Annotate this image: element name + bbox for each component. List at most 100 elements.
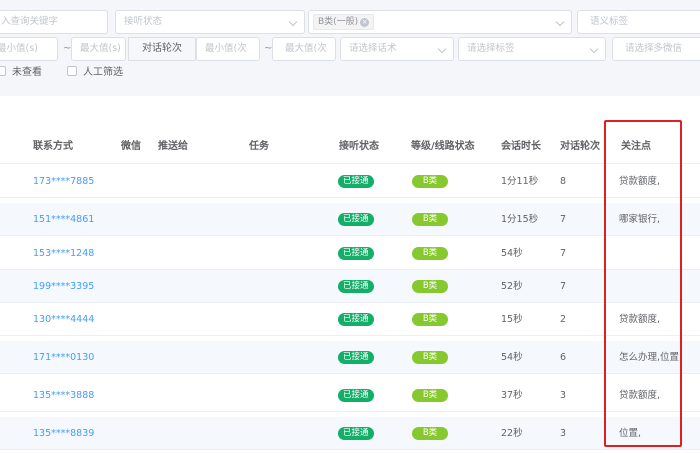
table-row: 199****3395 已接通 B类 52秒 7 — [0, 270, 700, 303]
listen-status-cell: 已接通 — [338, 379, 374, 412]
grade-select[interactable]: B类(一般) × — [308, 10, 572, 34]
table-row: 130****4444 已接通 B类 15秒 2 贷款额度, — [0, 303, 700, 336]
duration-cell: 1分11秒 — [501, 176, 539, 187]
table-row: 135****3888 已接通 B类 37秒 3 贷款额度, — [0, 379, 700, 412]
chevron-down-icon — [288, 17, 298, 27]
checkbox-box[interactable] — [67, 66, 77, 76]
voice-tag-placeholder: 语义标签 — [590, 16, 629, 27]
phone-link[interactable]: 151****4861 — [33, 203, 94, 236]
table-header: 联系方式 微信 推送给 任务 接听状态 等级/线路状态 会话时长 对话轮次 关注… — [0, 130, 700, 164]
phone-link[interactable]: 173****7885 — [33, 165, 94, 198]
tag-placeholder: 请选择标签 — [467, 43, 515, 54]
rounds-min-placeholder: 最小值(次 — [205, 43, 247, 54]
focus-cell: 位置, — [619, 428, 642, 439]
grade-badge: B类 — [412, 247, 448, 260]
grade-badge: B类 — [412, 389, 448, 402]
unviewed-label: 未查看 — [12, 67, 42, 78]
chevron-down-icon — [437, 44, 447, 54]
header-listen-status: 接听状态 — [339, 141, 379, 152]
rounds-min-input[interactable]: 最小值(次 — [196, 37, 260, 61]
duration-cell: 52秒 — [501, 281, 523, 292]
duration-cell: 22秒 — [501, 428, 523, 439]
duration-cell: 54秒 — [501, 248, 523, 259]
status-badge: 已接通 — [338, 427, 374, 440]
focus-cell: 贷款额度, — [619, 314, 661, 325]
table-row: 153****1248 已接通 B类 54秒 7 — [0, 237, 700, 270]
grade-cell: B类 — [412, 270, 448, 303]
voice-tag-select[interactable]: 语义标签 — [577, 10, 700, 34]
chevron-down-icon — [589, 44, 599, 54]
phone-link[interactable]: 171****0130 — [33, 341, 94, 374]
grade-cell: B类 — [412, 379, 448, 412]
phone-link[interactable]: 135****8839 — [33, 417, 94, 450]
phone-link[interactable]: 130****4444 — [33, 303, 94, 336]
header-task: 任务 — [249, 141, 269, 152]
rounds-cell: 3 — [560, 390, 567, 401]
duration-cell: 1分15秒 — [501, 214, 539, 225]
phone-link[interactable]: 153****1248 — [33, 237, 94, 270]
duration-max-placeholder: 最大值(s) — [80, 43, 121, 54]
header-focus: 关注点 — [621, 141, 651, 152]
duration-min-placeholder: 最小值(s) — [0, 43, 38, 54]
wechat-placeholder: 请选择多微信 — [625, 43, 683, 54]
rounds-cell: 3 — [560, 428, 567, 439]
rounds-cell: 7 — [560, 281, 567, 292]
phone-link[interactable]: 135****3888 — [33, 379, 94, 412]
duration-cell: 37秒 — [501, 390, 523, 401]
grade-badge: B类 — [412, 427, 448, 440]
listen-status-cell: 已接通 — [338, 417, 374, 450]
grade-badge: B类 — [412, 175, 448, 188]
rounds-cell: 7 — [560, 214, 567, 225]
grade-tag-label: B类(一般) — [318, 17, 359, 27]
focus-cell: 哪家银行, — [619, 214, 661, 225]
listen-status-cell: 已接通 — [338, 165, 374, 198]
filter-panel: 入查询关键字 接听状态 B类(一般) × 语义标签 最小值(s) ~ 最大值(s)… — [0, 0, 700, 96]
grade-badge: B类 — [412, 313, 448, 326]
grade-cell: B类 — [412, 165, 448, 198]
status-badge: 已接通 — [338, 389, 374, 402]
chevron-down-icon — [555, 17, 565, 27]
header-contact: 联系方式 — [33, 141, 73, 152]
unviewed-checkbox[interactable]: 未查看 — [0, 66, 42, 80]
wechat-select[interactable]: 请选择多微信 — [612, 37, 700, 61]
manual-filter-checkbox[interactable]: 人工筛选 — [67, 66, 123, 80]
grade-cell: B类 — [412, 203, 448, 236]
script-select[interactable]: 请选择话术 — [340, 37, 454, 61]
checkbox-box[interactable] — [0, 66, 6, 76]
keyword-placeholder: 入查询关键字 — [1, 16, 59, 27]
table-row: 151****4861 已接通 B类 1分15秒 7 哪家银行, — [0, 203, 700, 236]
header-push-to: 推送给 — [158, 141, 188, 152]
header-wechat: 微信 — [121, 141, 141, 152]
header-rounds: 对话轮次 — [560, 141, 600, 152]
rounds-cell: 8 — [560, 176, 567, 187]
rounds-max-input[interactable]: 最大值(次 — [272, 37, 336, 61]
rounds-cell: 6 — [560, 352, 567, 363]
keyword-input[interactable]: 入查询关键字 — [0, 10, 108, 34]
status-badge: 已接通 — [338, 175, 374, 188]
focus-cell: 贷款额度, — [619, 390, 661, 401]
duration-max-input[interactable]: 最大值(s) — [71, 37, 126, 61]
grade-badge: B类 — [412, 280, 448, 293]
rounds-max-placeholder: 最大值(次 — [285, 43, 327, 54]
duration-cell: 15秒 — [501, 314, 523, 325]
listen-status-placeholder: 接听状态 — [124, 16, 163, 27]
grade-cell: B类 — [412, 417, 448, 450]
table-row: 173****7885 已接通 B类 1分11秒 8 贷款额度, — [0, 165, 700, 198]
rounds-cell: 2 — [560, 314, 567, 325]
script-placeholder: 请选择话术 — [349, 43, 397, 54]
status-badge: 已接通 — [338, 351, 374, 364]
tag-select[interactable]: 请选择标签 — [458, 37, 606, 61]
duration-min-input[interactable]: 最小值(s) — [0, 37, 58, 61]
listen-status-cell: 已接通 — [338, 270, 374, 303]
grade-cell: B类 — [412, 341, 448, 374]
phone-link[interactable]: 199****3395 — [33, 270, 94, 303]
listen-status-cell: 已接通 — [338, 303, 374, 336]
duration-cell: 54秒 — [501, 352, 523, 363]
listen-status-cell: 已接通 — [338, 237, 374, 270]
close-icon[interactable]: × — [360, 18, 370, 27]
listen-status-select[interactable]: 接听状态 — [115, 10, 305, 34]
status-badge: 已接通 — [338, 313, 374, 326]
status-badge: 已接通 — [338, 213, 374, 226]
grade-badge: B类 — [412, 351, 448, 364]
grade-cell: B类 — [412, 237, 448, 270]
